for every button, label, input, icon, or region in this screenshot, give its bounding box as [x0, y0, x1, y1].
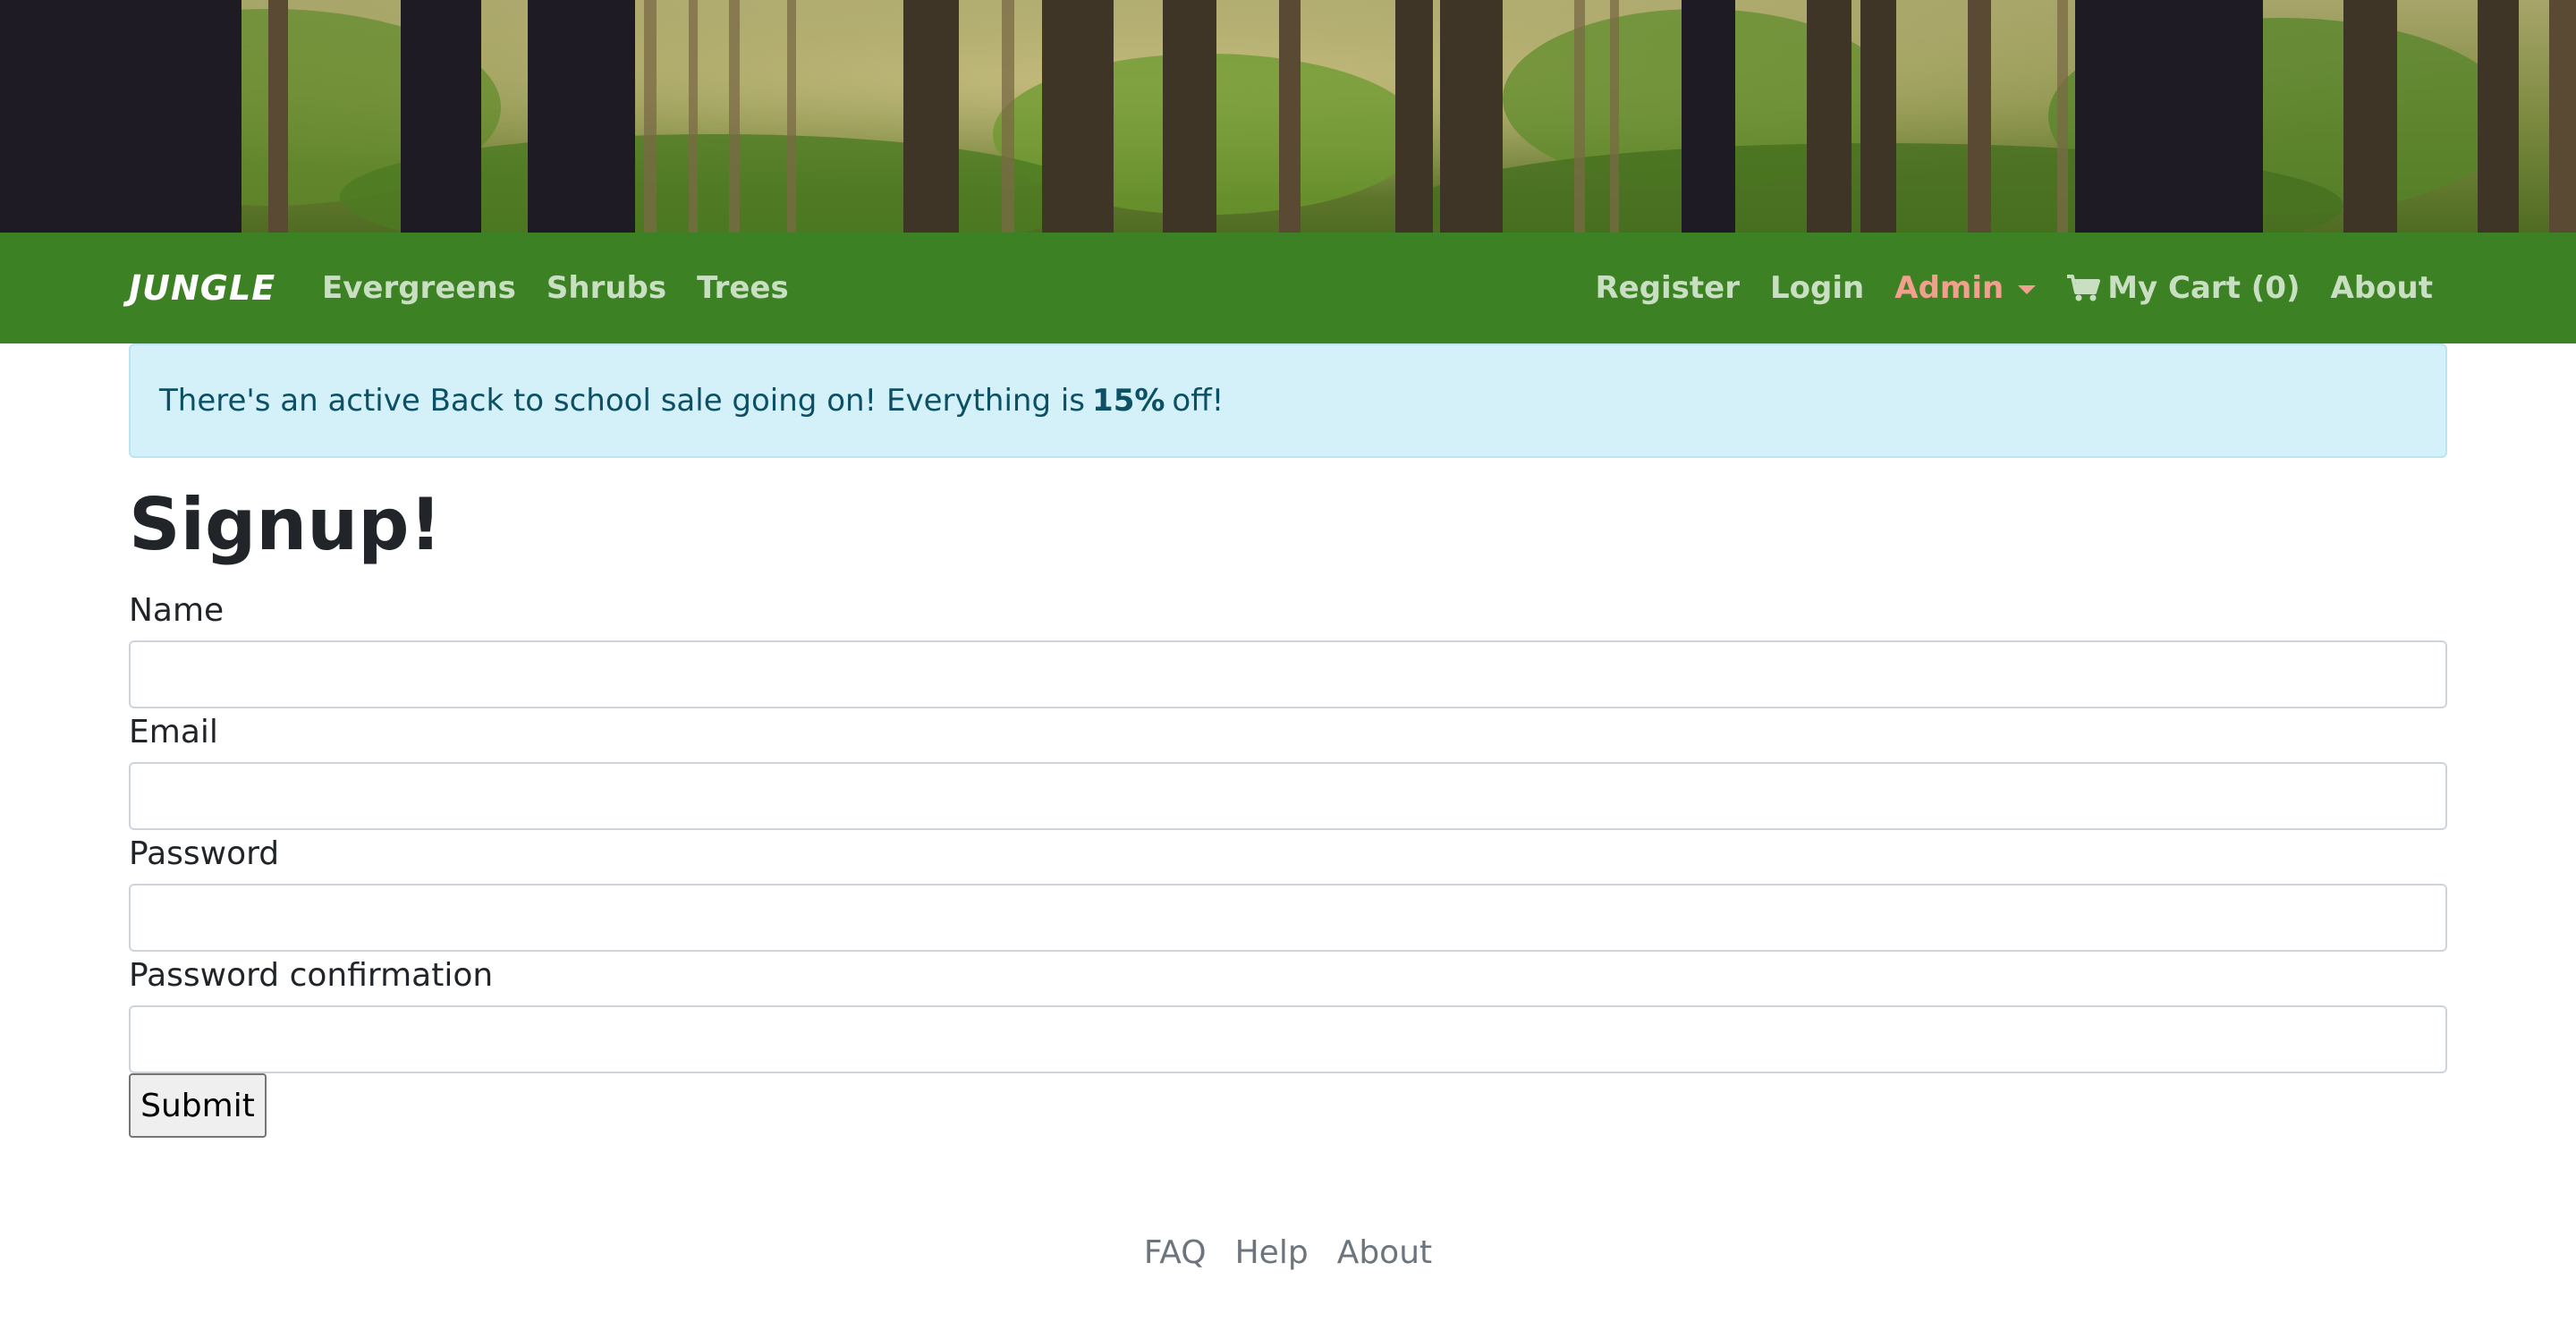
- name-label: Name: [129, 592, 225, 629]
- password-label: Password: [129, 835, 280, 872]
- footer-link-about[interactable]: About: [1337, 1234, 1432, 1271]
- footer: FAQ Help About: [0, 1225, 2576, 1279]
- nav-link-about[interactable]: About: [2331, 270, 2433, 306]
- sale-alert-suffix: off!: [1172, 383, 1224, 419]
- nav-link-shrubs[interactable]: Shrubs: [547, 270, 666, 306]
- password-field[interactable]: [129, 884, 2447, 952]
- email-label: Email: [129, 714, 218, 750]
- nav-link-cart[interactable]: My Cart (0): [2066, 270, 2301, 306]
- sale-alert: There's an active Back to school sale go…: [129, 343, 2447, 458]
- nav-admin-label: Admin: [1894, 270, 2004, 306]
- footer-link-faq[interactable]: FAQ: [1144, 1234, 1207, 1271]
- page-title: Signup!: [129, 483, 442, 566]
- password-confirmation-field[interactable]: [129, 1005, 2447, 1073]
- nav-admin-dropdown[interactable]: Admin: [1894, 270, 2037, 306]
- nav-account: Register Login Admin My Cart (0) About: [1595, 233, 2433, 343]
- sale-alert-text: There's an active Back to school sale go…: [159, 383, 1086, 419]
- cart-label: My Cart (0): [2107, 270, 2301, 306]
- sale-percent: 15%: [1092, 383, 1165, 419]
- email-field[interactable]: [129, 762, 2447, 830]
- name-field[interactable]: [129, 640, 2447, 708]
- shopping-cart-icon: [2067, 275, 2101, 301]
- nav-link-register[interactable]: Register: [1595, 270, 1740, 306]
- nav-link-trees[interactable]: Trees: [697, 270, 789, 306]
- navbar: JUNGLE Evergreens Shrubs Trees Register …: [0, 233, 2576, 343]
- forest-header-image: [0, 0, 2576, 233]
- password-confirmation-label: Password confirmation: [129, 957, 494, 994]
- caret-down-icon: [2018, 285, 2037, 294]
- nav-link-login[interactable]: Login: [1770, 270, 1864, 306]
- nav-link-evergreens[interactable]: Evergreens: [322, 270, 516, 306]
- footer-link-help[interactable]: Help: [1235, 1234, 1309, 1271]
- brand-logo[interactable]: JUNGLE: [129, 233, 275, 343]
- submit-button[interactable]: Submit: [129, 1073, 267, 1138]
- nav-categories: Evergreens Shrubs Trees: [322, 233, 819, 343]
